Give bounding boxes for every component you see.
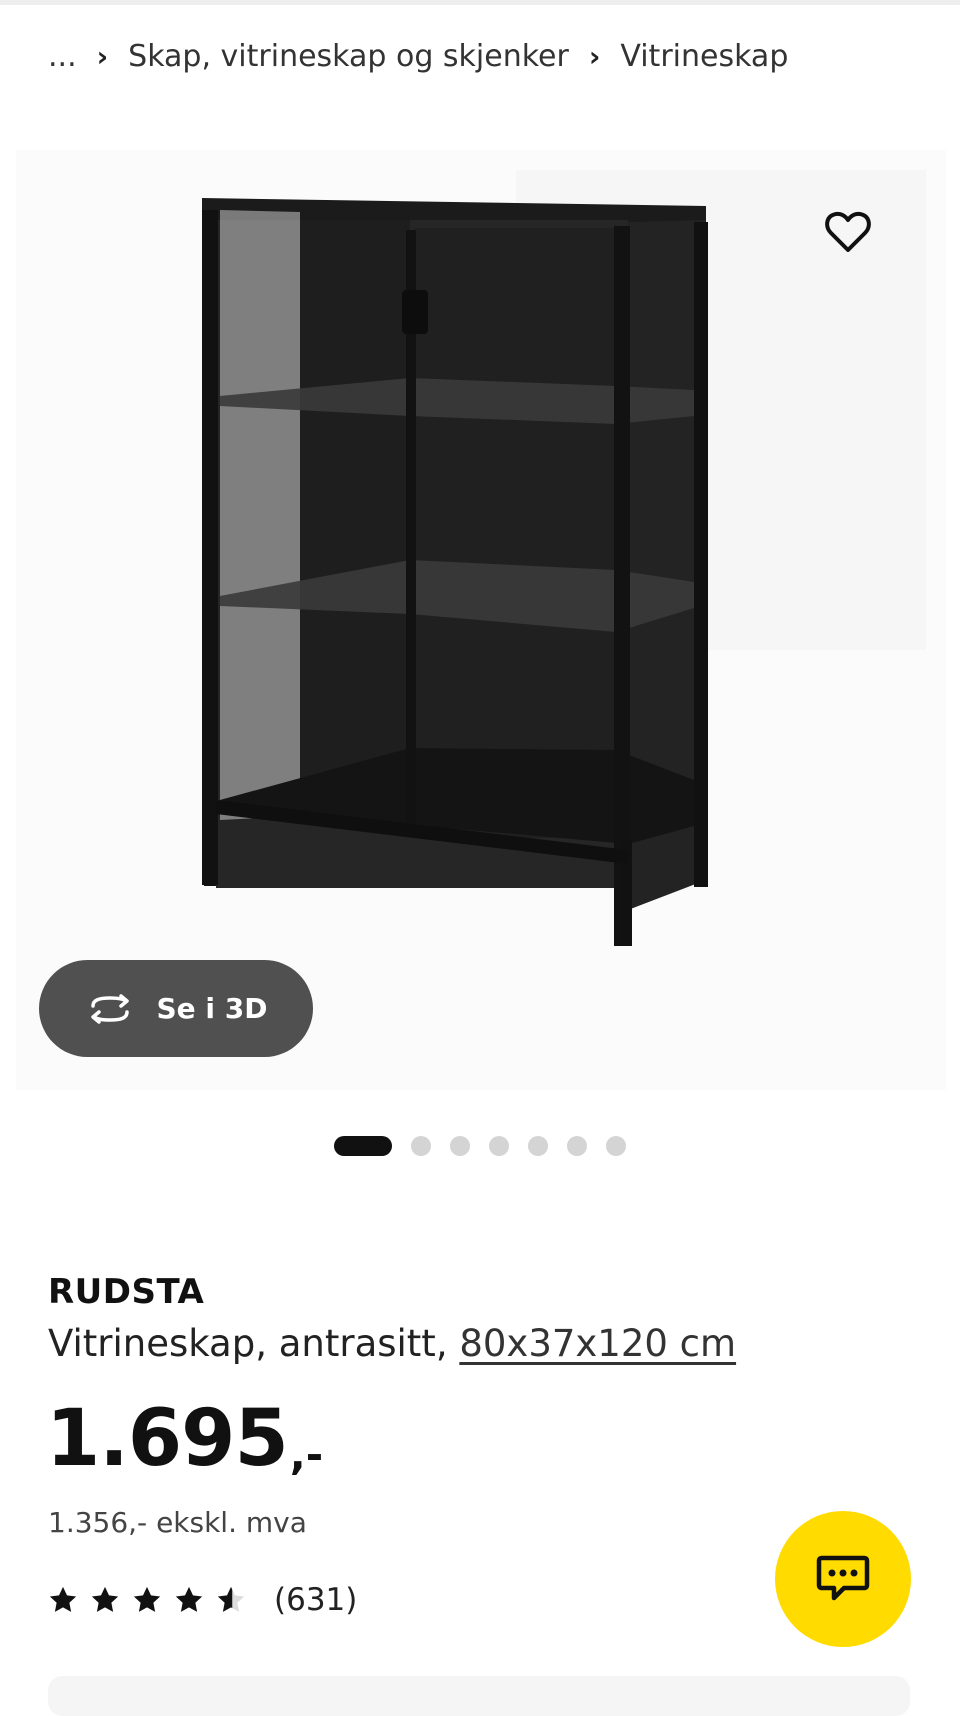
price-excl-vat: 1.356,- ekskl. mva <box>48 1506 307 1539</box>
view-3d-label: Se i 3D <box>156 992 268 1025</box>
carousel-dot[interactable] <box>450 1136 470 1156</box>
chevron-right-icon: › <box>588 39 601 73</box>
carousel-dot[interactable] <box>411 1136 431 1156</box>
rating-stars <box>48 1585 246 1615</box>
star-filled-icon <box>175 1586 203 1612</box>
product-description-text: Vitrineskap, antrasitt, <box>48 1322 448 1365</box>
star-half-icon <box>217 1586 245 1612</box>
chat-bubble-icon <box>816 1555 870 1601</box>
star-filled-icon <box>49 1586 77 1612</box>
chevron-right-icon: › <box>96 39 109 73</box>
chat-button[interactable] <box>775 1511 911 1647</box>
carousel-dot[interactable] <box>606 1136 626 1156</box>
heart-outline-icon <box>825 211 871 252</box>
product-price: 1.695 ,- <box>46 1400 323 1478</box>
carousel-dots <box>334 1135 626 1157</box>
carousel-dot[interactable] <box>528 1136 548 1156</box>
breadcrumb-ellipsis[interactable]: ... <box>48 39 77 74</box>
product-name: RUDSTA <box>48 1272 205 1312</box>
carousel-dot[interactable] <box>567 1136 587 1156</box>
top-strip <box>0 0 960 5</box>
rotate-3d-icon <box>85 993 135 1024</box>
product-image-gallery[interactable] <box>16 150 946 1090</box>
favorite-button[interactable] <box>816 200 880 264</box>
review-count: (631) <box>274 1582 358 1618</box>
view-3d-button[interactable]: Se i 3D <box>39 960 313 1057</box>
product-description: Vitrineskap, antrasitt, 80x37x120 cm <box>48 1322 736 1365</box>
product-rating[interactable]: (631) <box>48 1582 357 1618</box>
breadcrumb: ... › Skap, vitrineskap og skjenker › Vi… <box>48 30 788 82</box>
price-amount: 1.695 <box>46 1394 289 1484</box>
breadcrumb-item-display-cabinets[interactable]: Vitrineskap <box>620 39 788 74</box>
product-image <box>16 150 946 1090</box>
star-filled-icon <box>91 1586 119 1612</box>
bottom-card <box>48 1676 910 1716</box>
price-suffix: ,- <box>289 1430 324 1479</box>
carousel-dot[interactable] <box>334 1136 392 1156</box>
star-filled-icon <box>133 1586 161 1612</box>
breadcrumb-item-cabinets[interactable]: Skap, vitrineskap og skjenker <box>128 39 569 74</box>
product-dimensions-link[interactable]: 80x37x120 cm <box>459 1322 736 1365</box>
carousel-dot[interactable] <box>489 1136 509 1156</box>
